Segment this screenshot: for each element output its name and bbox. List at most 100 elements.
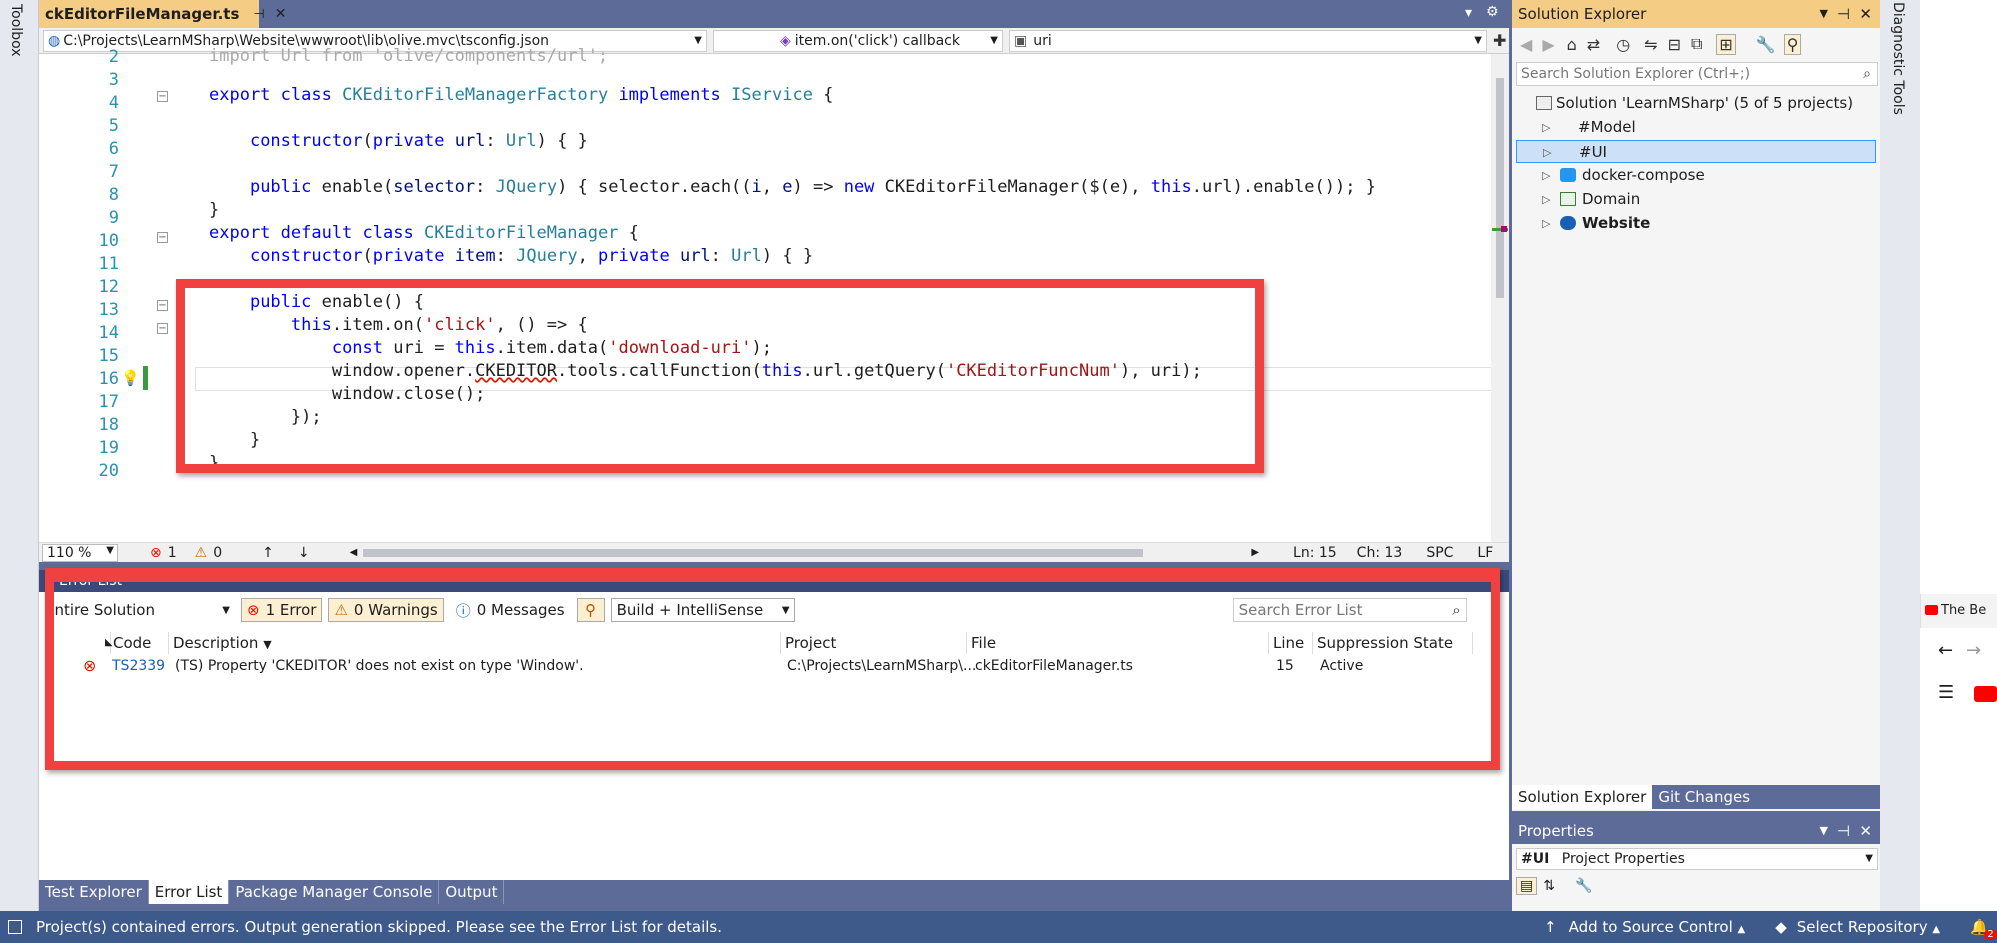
scroll-error-marker <box>1501 226 1507 232</box>
select-repository-label: Select Repository <box>1796 918 1928 936</box>
line-number: 5 <box>108 116 119 136</box>
tree-item-docker-compose[interactable]: ▷ docker-compose <box>1516 164 1876 187</box>
select-repository-button[interactable]: Select Repository ▲ <box>1797 918 1940 936</box>
pending-changes-icon[interactable]: ◷ <box>1616 35 1630 54</box>
properties-object-dropdown[interactable]: #UI Project Properties ▼ <box>1516 848 1878 870</box>
line-number: 11 <box>98 254 119 274</box>
youtube-logo-icon[interactable] <box>1974 686 1997 702</box>
line-number: 6 <box>108 139 119 159</box>
editor-vertical-scrollbar[interactable] <box>1491 54 1509 542</box>
split-editor-icon[interactable]: ✚ <box>1493 31 1506 50</box>
menu-icon[interactable]: ☰ <box>1938 682 1954 703</box>
tab-output[interactable]: Output <box>439 880 505 904</box>
document-tab[interactable]: ckEditorFileManager.ts ⊣ ✕ <box>39 0 286 28</box>
warning-count-icon[interactable]: ⚠ <box>195 545 208 561</box>
tree-item-label: Website <box>1582 214 1651 232</box>
chevron-up-icon: ▲ <box>1932 924 1941 935</box>
add-source-control-label: Add to Source Control <box>1568 918 1733 936</box>
horizontal-scrollbar[interactable] <box>363 548 1144 557</box>
chevron-down-icon[interactable]: ▼ <box>1820 818 1828 844</box>
line-number: 13 <box>98 300 119 320</box>
back-icon[interactable]: ◀ <box>1520 35 1532 54</box>
expand-arrow-icon[interactable]: ▷ <box>1542 188 1550 211</box>
line-number: 17 <box>98 392 119 412</box>
previous-issue-icon[interactable]: ↑ <box>262 545 274 561</box>
switch-views-icon[interactable]: ⇄ <box>1587 35 1600 54</box>
show-all-files-icon[interactable]: ⧉ <box>1691 34 1702 54</box>
properties-title: Properties <box>1518 822 1594 840</box>
properties-wrench-icon[interactable]: 🔧 <box>1756 35 1776 54</box>
member-dropdown[interactable]: ◈ item.on('click') callback ▼ <box>713 29 1003 52</box>
pin-icon[interactable]: ⊣ <box>253 7 264 22</box>
expand-arrow-icon[interactable]: ▷ <box>1543 141 1551 164</box>
line-number: 2 <box>108 47 119 67</box>
fold-toggle[interactable]: − <box>157 323 168 334</box>
solution-search-input[interactable]: Search Solution Explorer (Ctrl+;) ⌕ <box>1516 62 1878 86</box>
tab-error-list[interactable]: Error List <box>148 880 230 904</box>
tab-list-dropdown-icon[interactable]: ▾ <box>1465 5 1472 21</box>
error-count-icon[interactable]: ⊗ <box>150 545 162 561</box>
fold-toggle[interactable]: − <box>157 300 168 311</box>
annotation-highlight-error-list <box>45 568 1500 770</box>
toolbox-strip[interactable]: Toolbox <box>0 0 39 911</box>
tab-test-explorer[interactable]: Test Explorer <box>39 880 149 904</box>
solution-search-placeholder: Search Solution Explorer (Ctrl+;) <box>1521 66 1751 82</box>
fold-toggle[interactable]: − <box>157 232 168 243</box>
lightbulb-error-icon[interactable]: 💡 <box>121 369 140 387</box>
sync-icon[interactable]: ⇋ <box>1644 35 1657 54</box>
tab-solution-explorer[interactable]: Solution Explorer <box>1512 785 1653 809</box>
chevron-down-icon[interactable]: ▼ <box>1820 0 1828 28</box>
pin-icon[interactable]: ⊣ <box>1837 0 1850 28</box>
scrollbar-thumb[interactable] <box>1496 78 1504 298</box>
solution-explorer-tabs: Solution Explorer Git Changes <box>1512 785 1880 809</box>
forward-arrow-icon[interactable]: → <box>1966 640 1981 661</box>
expand-arrow-icon[interactable]: ▷ <box>1542 212 1550 235</box>
warning-count[interactable]: 0 <box>213 545 222 561</box>
symbol-dropdown[interactable]: ▣ uri ▼ <box>1009 29 1487 52</box>
code-line: constructor(private url: Url) { } <box>249 131 588 151</box>
expand-arrow-icon[interactable]: ▷ <box>1542 116 1550 139</box>
line-number: 3 <box>108 70 119 90</box>
tree-item-domain[interactable]: ▷ Domain <box>1516 188 1876 211</box>
line-number: 12 <box>98 277 119 297</box>
csharp-project-icon <box>1560 192 1576 206</box>
next-issue-icon[interactable]: ↓ <box>298 545 310 561</box>
collapse-all-icon[interactable]: ⊟ <box>1668 35 1681 54</box>
preview-icon[interactable]: ⊞ <box>1716 33 1736 55</box>
solution-explorer-toolbar: ◀ ▶ ⌂ ⇄ ◷ ⇋ ⊟ ⧉ ⊞ 🔧 ⚲ <box>1512 28 1880 60</box>
add-source-control-button[interactable]: Add to Source Control ▲ <box>1569 918 1746 936</box>
property-pages-icon[interactable]: 🔧 <box>1575 878 1592 894</box>
close-icon[interactable]: ✕ <box>1859 0 1872 28</box>
close-icon[interactable]: ✕ <box>1859 818 1872 844</box>
tree-item-solution[interactable]: Solution 'LearnMSharp' (5 of 5 projects) <box>1516 92 1876 115</box>
close-tab-icon[interactable]: ✕ <box>275 6 287 22</box>
tab-git-changes[interactable]: Git Changes <box>1652 785 1756 809</box>
error-count[interactable]: 1 <box>168 545 177 561</box>
browser-tab[interactable]: The Be <box>1920 594 1997 628</box>
back-arrow-icon[interactable]: ← <box>1938 640 1953 661</box>
bottom-tool-tabs: Test Explorer Error List Package Manager… <box>39 880 1509 904</box>
notifications-bell-icon[interactable]: 🔔 2 <box>1970 918 1997 940</box>
categorized-icon[interactable]: ▤ <box>1516 877 1538 895</box>
forward-icon[interactable]: ▶ <box>1542 35 1554 54</box>
tree-item-model[interactable]: ▷ #Model <box>1516 116 1876 139</box>
filter-icon[interactable]: ⚲ <box>1783 33 1802 55</box>
symbol-text: uri <box>1033 32 1052 49</box>
properties-toolbar: ▤ ⇅ 🔧 <box>1516 874 1878 898</box>
alphabetical-icon[interactable]: ⇅ <box>1543 878 1555 894</box>
scroll-right-icon[interactable]: ▶ <box>1251 547 1259 558</box>
diagnostic-tools-strip[interactable]: Diagnostic Tools <box>1880 0 1920 911</box>
home-icon[interactable]: ⌂ <box>1567 35 1577 54</box>
code-line: } <box>209 200 220 220</box>
scroll-left-icon[interactable]: ◀ <box>350 547 358 558</box>
zoom-dropdown[interactable]: 110 % ▼ <box>42 543 118 562</box>
pin-icon[interactable]: ⊣ <box>1837 818 1850 844</box>
tree-item-website[interactable]: ▷ Website <box>1516 212 1876 235</box>
fold-toggle[interactable]: − <box>157 91 168 102</box>
diagnostic-tools-label[interactable]: Diagnostic Tools <box>1890 2 1906 115</box>
toolbox-label[interactable]: Toolbox <box>8 4 24 57</box>
tree-item-ui[interactable]: ▷ #UI <box>1516 140 1876 163</box>
expand-arrow-icon[interactable]: ▷ <box>1542 164 1550 187</box>
settings-icon[interactable]: ⚙ <box>1486 4 1499 20</box>
tab-package-manager-console[interactable]: Package Manager Console <box>229 880 440 904</box>
